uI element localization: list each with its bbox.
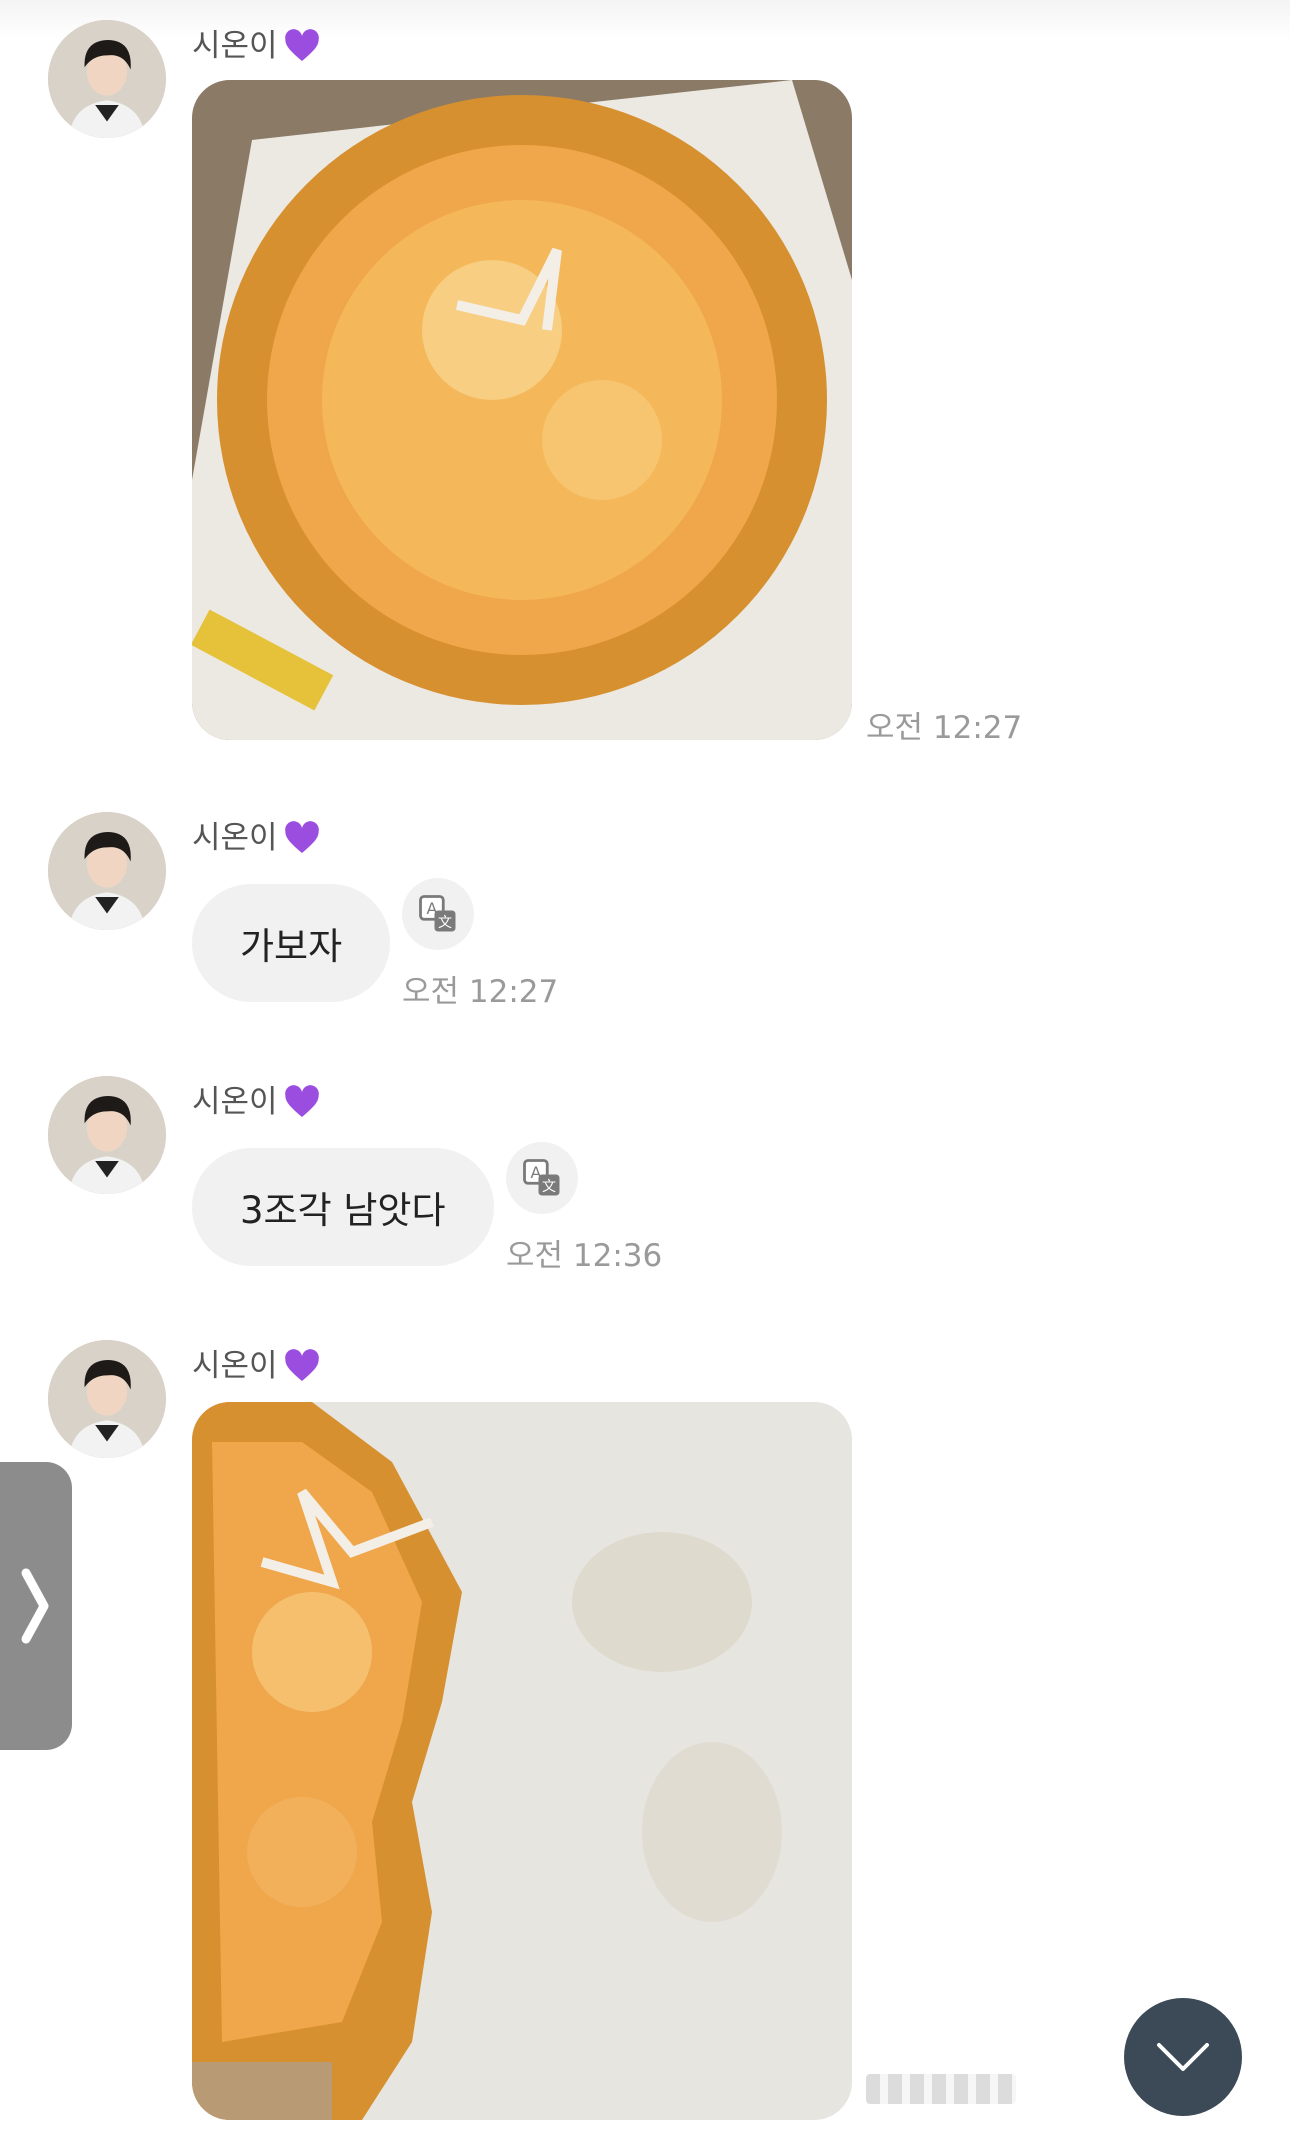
avatar-photo	[48, 812, 166, 930]
chevron-down-icon	[1157, 2043, 1209, 2071]
avatar[interactable]	[48, 1340, 166, 1458]
scroll-to-bottom-button[interactable]	[1124, 1998, 1242, 2116]
message-bubble[interactable]: 가보자	[192, 884, 391, 1002]
purple-heart-icon	[284, 29, 319, 61]
sender-name-text: 시온이	[192, 1084, 278, 1120]
avatar[interactable]	[48, 20, 166, 138]
avatar-photo	[48, 1340, 166, 1458]
side-panel-toggle[interactable]	[0, 1462, 72, 1750]
sender-name-text: 시온이	[192, 820, 278, 856]
message-text: 가보자	[240, 925, 343, 968]
message-image-pizza-leftover[interactable]	[192, 1402, 852, 2120]
avatar-photo	[48, 20, 166, 138]
sender-name: 시온이	[192, 1346, 322, 1386]
pizza-leftover-picture	[192, 1402, 852, 2120]
sender-name: 시온이	[192, 818, 322, 858]
message-bubble[interactable]: 3조각 남앗다	[192, 1148, 494, 1266]
sender-name-text: 시온이	[192, 28, 278, 64]
translate-icon: A 文	[523, 1159, 560, 1196]
message-time: 오전 12:36	[506, 1238, 663, 1274]
message-time: 오전 12:27	[402, 974, 559, 1010]
message-text: 3조각 남앗다	[240, 1189, 446, 1232]
avatar[interactable]	[48, 1076, 166, 1194]
message-time: 오전 12:27	[866, 710, 1023, 746]
translate-button[interactable]: A 文	[402, 878, 474, 950]
sender-name-text: 시온이	[192, 1348, 278, 1384]
message-image-pizza-whole[interactable]	[192, 80, 852, 740]
purple-heart-icon	[284, 1349, 319, 1381]
avatar-photo	[48, 1076, 166, 1194]
message-time-obscured	[866, 2074, 1016, 2104]
sender-name: 시온이	[192, 1082, 322, 1122]
purple-heart-icon	[284, 1085, 319, 1117]
svg-text:文: 文	[542, 1179, 556, 1195]
pizza-whole-picture	[192, 80, 852, 740]
sender-name: 시온이	[192, 26, 322, 66]
avatar[interactable]	[48, 812, 166, 930]
chevron-right-icon	[21, 1568, 49, 1644]
svg-text:文: 文	[438, 915, 452, 931]
translate-button[interactable]: A 文	[506, 1142, 578, 1214]
translate-icon: A 文	[419, 895, 456, 932]
purple-heart-icon	[284, 821, 319, 853]
